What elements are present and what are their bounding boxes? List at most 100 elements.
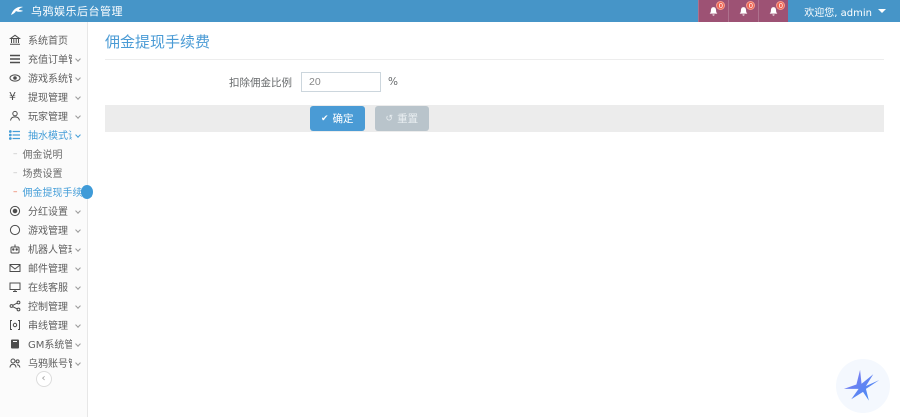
notification-bell-2[interactable]: 0 (728, 0, 758, 22)
sidebar-item-label: 充值订单管理 (28, 51, 72, 66)
user-menu[interactable]: 欢迎您, admin (788, 0, 900, 22)
notification-badge: 0 (716, 1, 725, 10)
chevron-down-icon (75, 360, 81, 366)
app-title: 乌鸦娱乐后台管理 (31, 3, 123, 19)
share-nodes-icon (9, 300, 23, 312)
sidebar-item-games[interactable]: 游戏管理 (0, 220, 87, 239)
sidebar-item-game-system[interactable]: 游戏系统管理 (0, 68, 87, 87)
chevron-down-icon (878, 9, 886, 13)
sidebar-item-control[interactable]: 控制管理 (0, 296, 87, 315)
page-title: 佣金提现手续费 (105, 31, 884, 52)
bird-logo-badge[interactable] (836, 359, 890, 413)
topbar-right: 0 0 0 欢迎您, admin (698, 0, 900, 22)
sidebar-item-label: 抽水模式设置 (28, 127, 72, 142)
confirm-button[interactable]: ✔ 确定 (310, 106, 365, 131)
sidebar-item-label: 邮件管理 (28, 260, 72, 275)
notification-badge: 0 (776, 1, 785, 10)
sidebar-item-mail[interactable]: 邮件管理 (0, 258, 87, 277)
active-indicator-bubble (81, 185, 93, 199)
chevron-down-icon (75, 303, 81, 309)
list-icon (9, 53, 23, 65)
sidebar-item-rake-mode[interactable]: 抽水模式设置 (0, 125, 87, 144)
chevron-down-icon (75, 208, 81, 214)
sidebar-item-label: 系统首页 (28, 32, 80, 47)
sidebar-item-label: 串线管理 (28, 317, 72, 332)
dash-icon: – (13, 187, 18, 197)
users-icon (9, 357, 23, 369)
chevron-down-icon (75, 75, 81, 81)
bird-logo-icon (841, 364, 885, 408)
monitor-icon (9, 281, 23, 293)
sidebar-subitem-commission-info[interactable]: – 佣金说明 (0, 144, 87, 163)
chevron-down-icon (75, 322, 81, 328)
sidebar-item-label: 游戏管理 (28, 222, 72, 237)
deduction-rate-input[interactable] (301, 72, 381, 92)
main-content: 佣金提现手续费 扣除佣金比例 % ✔ 确定 ↺ 重置 (89, 22, 900, 417)
dash-icon: – (13, 168, 18, 178)
chevron-down-icon (75, 284, 81, 290)
circle-icon (9, 224, 23, 236)
target-icon (9, 205, 23, 217)
sidebar-item-online-service[interactable]: 在线客服 (0, 277, 87, 296)
chevron-down-icon (75, 265, 81, 271)
sidebar-item-withdrawal[interactable]: ¥ 提现管理 (0, 87, 87, 106)
brand: 乌鸦娱乐后台管理 (0, 3, 123, 19)
mail-icon (9, 262, 23, 274)
sidebar-subitem-commission-fee[interactable]: – 佣金提现手续费 (0, 182, 87, 201)
list-alt-icon (9, 129, 23, 141)
deduction-rate-label: 扣除佣金比例 (89, 75, 301, 90)
sidebar-item-players[interactable]: 玩家管理 (0, 106, 87, 125)
chevron-down-icon (75, 227, 81, 233)
reset-button[interactable]: ↺ 重置 (375, 106, 430, 131)
title-divider (105, 59, 884, 60)
sidebar-subitem-label: 佣金说明 (23, 146, 63, 161)
percent-suffix: % (388, 76, 398, 88)
sidebar-item-gm-system[interactable]: GM系统管理 (0, 334, 87, 353)
notification-bell-3[interactable]: 0 (758, 0, 788, 22)
bank-icon (9, 34, 23, 46)
sidebar-collapse-button[interactable]: ‹ (36, 371, 52, 387)
topbar: 乌鸦娱乐后台管理 0 0 0 (0, 0, 900, 22)
sidebar-item-label: 玩家管理 (28, 108, 72, 123)
sidebar-item-dividend[interactable]: 分红设置 (0, 201, 87, 220)
check-icon: ✔ (321, 113, 329, 124)
sidebar-item-label: GM系统管理 (28, 336, 72, 351)
reset-button-label: 重置 (397, 111, 418, 126)
chevron-down-icon (75, 94, 81, 100)
welcome-text: 欢迎您, admin (804, 4, 872, 19)
commission-rate-form-row: 扣除佣金比例 % (89, 72, 900, 92)
chevron-down-icon (75, 132, 81, 138)
sidebar-item-label: 机器人管理 (28, 241, 72, 256)
chevron-down-icon (75, 113, 81, 119)
sidebar-item-line[interactable]: 串线管理 (0, 315, 87, 334)
yen-icon: ¥ (9, 90, 23, 103)
sidebar-item-recharge-orders[interactable]: 充值订单管理 (0, 49, 87, 68)
book-icon (9, 338, 23, 350)
user-icon (9, 110, 23, 122)
sidebar-subitem-label: 场费设置 (23, 165, 63, 180)
sidebar-item-label: 乌鸦账号管理 (28, 355, 72, 370)
sidebar-item-label: 提现管理 (28, 89, 72, 104)
sidebar-item-label: 分红设置 (28, 203, 72, 218)
sidebar-item-home[interactable]: 系统首页 (0, 30, 87, 49)
eye-icon (9, 72, 23, 84)
bracket-display-icon (9, 319, 23, 331)
sidebar: 系统首页 充值订单管理 游戏系统管理 ¥ 提现管理 玩家管理 (0, 22, 88, 417)
sidebar-item-label: 控制管理 (28, 298, 72, 313)
robot-icon (9, 243, 23, 255)
sidebar-item-crow-accounts[interactable]: 乌鸦账号管理 (0, 353, 87, 372)
sidebar-item-label: 游戏系统管理 (28, 70, 72, 85)
sidebar-item-robots[interactable]: 机器人管理 (0, 239, 87, 258)
sidebar-item-label: 在线客服 (28, 279, 72, 294)
dash-icon: – (13, 149, 18, 159)
sidebar-subitem-table-fee[interactable]: – 场费设置 (0, 163, 87, 182)
reset-icon: ↺ (386, 113, 394, 124)
notification-bell-1[interactable]: 0 (698, 0, 728, 22)
chevron-down-icon (75, 56, 81, 62)
chevron-down-icon (75, 341, 81, 347)
button-band: ✔ 确定 ↺ 重置 (105, 105, 884, 132)
chevron-down-icon (75, 246, 81, 252)
logo-bird-icon (10, 4, 24, 18)
notification-badge: 0 (746, 1, 755, 10)
confirm-button-label: 确定 (333, 111, 354, 126)
